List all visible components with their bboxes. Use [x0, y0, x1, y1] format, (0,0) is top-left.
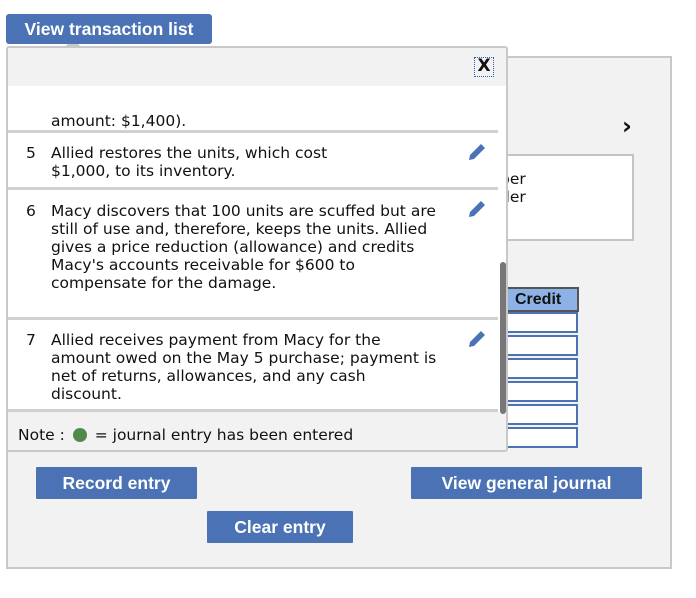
scrollbar[interactable]	[500, 262, 506, 414]
transaction-text: Allied restores the units, which cost $1…	[51, 144, 328, 180]
credit-input[interactable]	[503, 427, 578, 448]
credit-column-header: Credit	[503, 287, 579, 312]
list-item[interactable]: 5 Allied restores the units, which cost …	[8, 133, 498, 190]
transaction-info-box: ber der	[500, 154, 634, 241]
transaction-number: 5	[26, 144, 36, 162]
transaction-text: Macy discovers that 100 units are scuffe…	[51, 202, 436, 292]
record-entry-button[interactable]: Record entry	[36, 467, 197, 499]
pencil-icon[interactable]	[466, 198, 488, 220]
close-button[interactable]: X	[474, 57, 494, 77]
transaction-list-popup: X amount: $1,400). 5 Allied restores the…	[6, 46, 508, 452]
pencil-icon[interactable]	[466, 141, 488, 163]
partial-text: amount: $1,400).	[51, 112, 187, 130]
info-line-1: ber	[500, 170, 526, 188]
view-general-journal-button[interactable]: View general journal	[411, 467, 642, 499]
note-text: = journal entry has been entered	[94, 426, 354, 444]
clear-entry-button[interactable]: Clear entry	[207, 511, 353, 543]
info-line-2: der	[500, 188, 526, 206]
transaction-number: 6	[26, 202, 36, 220]
list-item[interactable]: 6 Macy discovers that 100 units are scuf…	[8, 190, 498, 320]
transaction-text: Allied receives payment from Macy for th…	[51, 331, 437, 403]
credit-input[interactable]	[503, 335, 578, 356]
credit-input[interactable]	[503, 358, 578, 379]
pencil-icon[interactable]	[466, 328, 488, 350]
list-item[interactable]: 7 Allied receives payment from Macy for …	[8, 320, 498, 412]
chevron-right-icon[interactable]: ›	[622, 112, 632, 140]
note-prefix: Note :	[18, 426, 65, 444]
credit-input[interactable]	[503, 381, 578, 402]
entered-dot-icon	[72, 428, 87, 442]
list-item-partial: amount: $1,400).	[8, 86, 498, 133]
credit-input[interactable]	[503, 404, 578, 425]
view-transaction-list-button[interactable]: View transaction list	[6, 14, 212, 44]
legend-note: Note : = journal entry has been entered	[8, 412, 506, 450]
popup-header: X	[8, 48, 506, 86]
credit-input[interactable]	[503, 312, 578, 333]
transaction-number: 7	[26, 331, 36, 349]
